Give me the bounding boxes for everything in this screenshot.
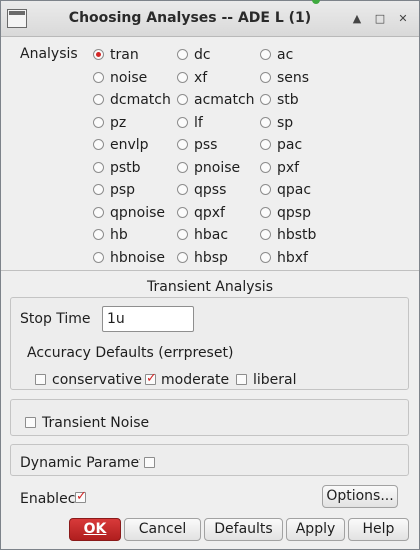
radio-button[interactable] (93, 117, 104, 128)
ok-button[interactable]: OK (69, 518, 121, 541)
window-menu-icon[interactable] (7, 9, 27, 28)
radio-label: hbnoise (110, 250, 165, 266)
radio-label: lf (194, 115, 203, 131)
help-button[interactable]: Help (348, 518, 409, 541)
radio-button[interactable] (260, 207, 271, 218)
radio-button[interactable] (260, 252, 271, 263)
conservative-checkbox[interactable] (35, 374, 46, 385)
radio-label: pnoise (194, 160, 241, 176)
radio-button[interactable] (93, 229, 104, 240)
radio-button[interactable] (93, 94, 104, 105)
section-title: Transient Analysis (147, 279, 273, 295)
radio-button[interactable] (177, 94, 188, 105)
enabled-checkbox[interactable] (75, 489, 87, 504)
options-button[interactable]: Options... (322, 485, 398, 508)
radio-label: qpac (277, 182, 312, 198)
radio-button[interactable] (177, 139, 188, 150)
radio-label: qpxf (194, 205, 225, 221)
radio-label: qpss (194, 182, 227, 198)
transient-noise-label: Transient Noise (42, 415, 150, 431)
apply-button[interactable]: Apply (286, 518, 345, 541)
radio-button[interactable] (260, 184, 271, 195)
radio-button[interactable] (93, 72, 104, 83)
radio-label: pstb (110, 160, 141, 176)
window-title: Choosing Analyses -- ADE L (1) (68, 10, 312, 26)
radio-button[interactable] (93, 207, 104, 218)
ok-button-label: OK (83, 521, 107, 537)
radio-label: sens (277, 70, 310, 86)
stop-time-input[interactable] (102, 306, 194, 332)
cancel-button[interactable]: Cancel (124, 518, 201, 541)
radio-label: tran (110, 47, 139, 63)
radio-label: ac (277, 47, 294, 63)
enabled-label: Enablec (20, 491, 76, 507)
analysis-label: Analysis (20, 46, 78, 62)
maximize-icon[interactable]: □ (371, 10, 389, 28)
radio-button[interactable] (260, 94, 271, 105)
accuracy-label: Accuracy Defaults (errpreset) (27, 345, 234, 361)
radio-button[interactable] (177, 162, 188, 173)
radio-button[interactable] (177, 117, 188, 128)
radio-button[interactable] (177, 49, 188, 60)
radio-label: psp (110, 182, 136, 198)
close-icon[interactable]: ✕ (394, 10, 412, 28)
radio-button[interactable] (93, 184, 104, 195)
radio-button[interactable] (177, 184, 188, 195)
radio-label: acmatch (194, 92, 255, 108)
dynamic-parameter-checkbox[interactable] (144, 457, 155, 468)
conservative-label: conservative (52, 372, 142, 388)
radio-label: hbsp (194, 250, 228, 266)
liberal-label: liberal (253, 372, 297, 388)
radio-button[interactable] (177, 72, 188, 83)
radio-label: dcmatch (110, 92, 171, 108)
dialog-window: Choosing Analyses -- ADE L (1) ▲ □ ✕ Ana… (0, 0, 420, 550)
status-indicator (312, 0, 320, 4)
radio-label: noise (110, 70, 148, 86)
moderate-label: moderate (161, 372, 230, 388)
radio-label: sp (277, 115, 294, 131)
dynamic-parameter-label: Dynamic Paramete (20, 455, 140, 471)
radio-label: hbstb (277, 227, 317, 243)
moderate-checkbox[interactable] (145, 371, 157, 386)
radio-button[interactable] (93, 162, 104, 173)
radio-label: stb (277, 92, 299, 108)
radio-label: envlp (110, 137, 149, 153)
radio-label: dc (194, 47, 211, 63)
defaults-button[interactable]: Defaults (204, 518, 283, 541)
radio-button[interactable] (93, 252, 104, 263)
radio-label: hbac (194, 227, 229, 243)
radio-label: xf (194, 70, 208, 86)
radio-button[interactable] (93, 139, 104, 150)
transient-noise-checkbox[interactable] (25, 417, 36, 428)
radio-button[interactable] (177, 252, 188, 263)
liberal-checkbox[interactable] (236, 374, 247, 385)
radio-button[interactable] (260, 117, 271, 128)
radio-label: pz (110, 115, 127, 131)
radio-button[interactable] (177, 207, 188, 218)
radio-label: pac (277, 137, 303, 153)
radio-button[interactable] (260, 72, 271, 83)
radio-button[interactable] (260, 229, 271, 240)
radio-label: hb (110, 227, 128, 243)
radio-button[interactable] (260, 49, 271, 60)
title-bar[interactable]: Choosing Analyses -- ADE L (1) ▲ □ ✕ (1, 0, 419, 37)
radio-button[interactable] (260, 162, 271, 173)
radio-label: qpsp (277, 205, 311, 221)
radio-label: pxf (277, 160, 300, 176)
stop-time-label: Stop Time (20, 311, 91, 327)
radio-button[interactable] (177, 229, 188, 240)
radio-label: pss (194, 137, 218, 153)
minimize-icon[interactable]: ▲ (348, 10, 366, 28)
radio-button[interactable] (93, 49, 104, 60)
radio-button[interactable] (260, 139, 271, 150)
radio-label: hbxf (277, 250, 308, 266)
radio-label: qpnoise (110, 205, 166, 221)
divider (1, 270, 419, 271)
